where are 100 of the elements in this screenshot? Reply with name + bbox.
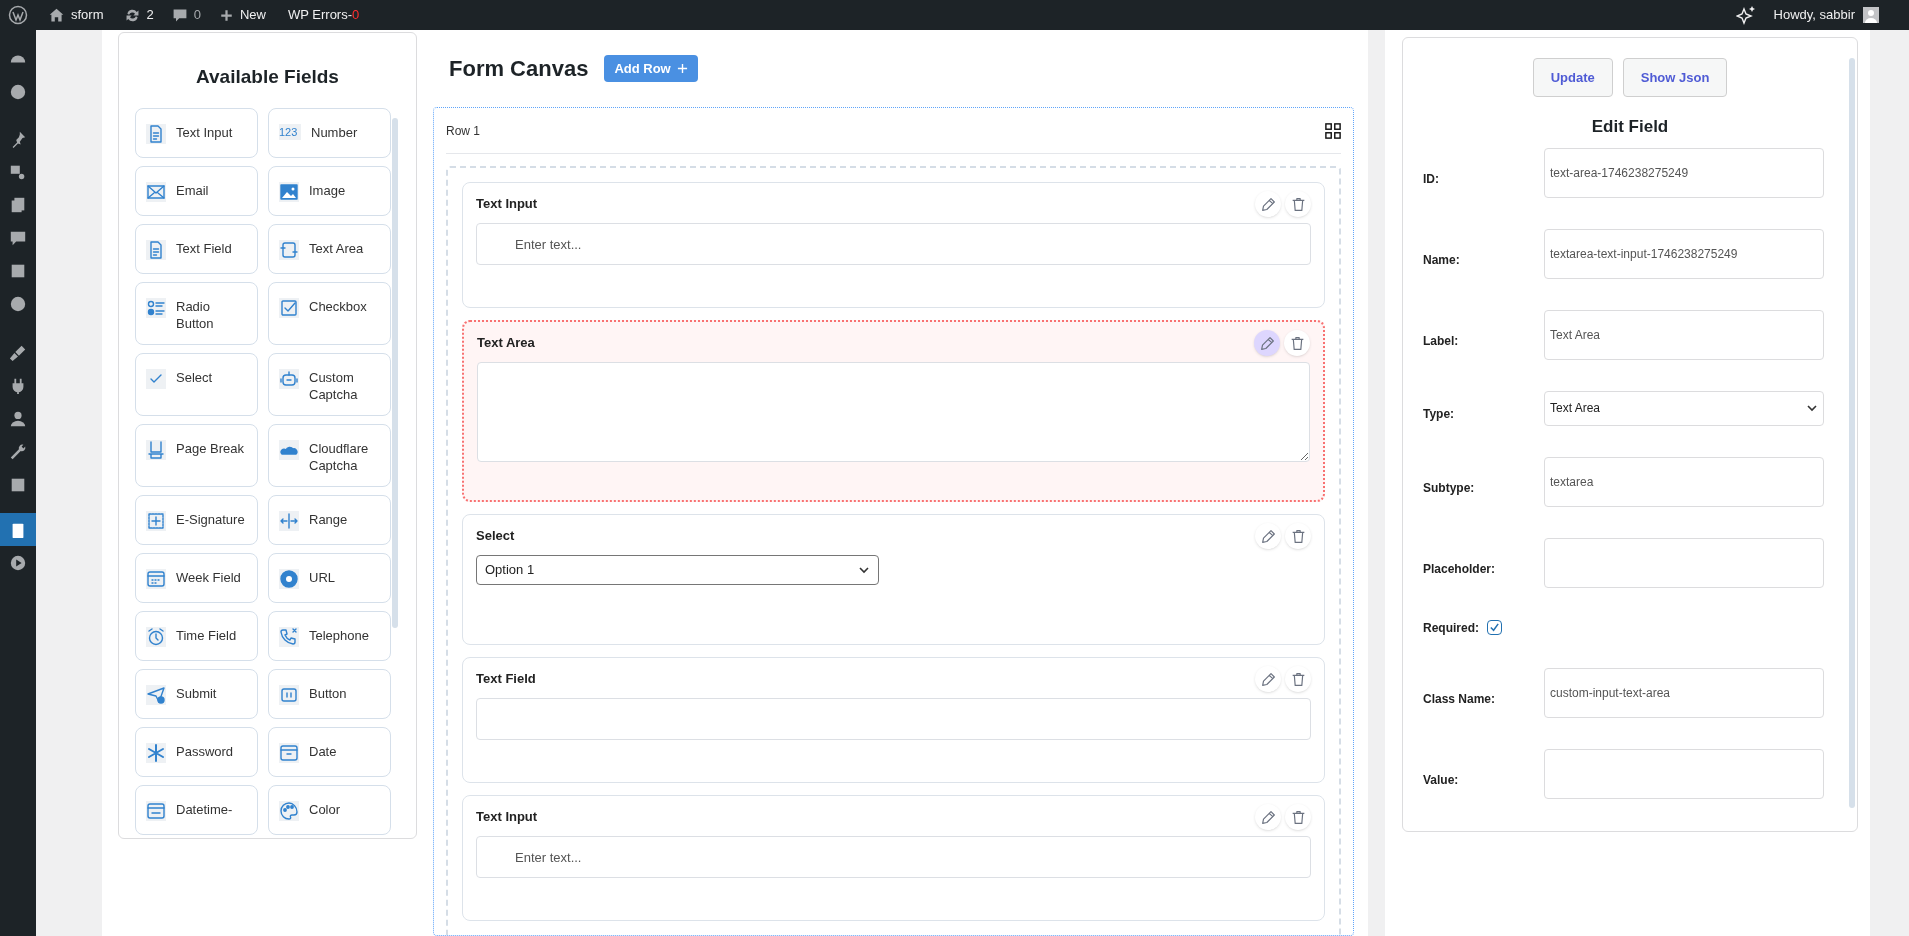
field-label: Color: [309, 800, 341, 818]
select-field[interactable]: Text Area: [1544, 390, 1824, 426]
field-label: Subtype:: [1423, 479, 1476, 497]
field-label: Type:: [1423, 406, 1456, 423]
site-link[interactable]: sform: [42, 5, 110, 25]
delete-button[interactable]: [1285, 804, 1311, 830]
text-input[interactable]: text-area-1746238275249: [1544, 147, 1824, 198]
text-input[interactable]: custom-input-text-area: [1544, 667, 1824, 718]
panel-button[interactable]: Show Json: [1622, 58, 1728, 97]
delete-button[interactable]: [1285, 666, 1311, 692]
menu-item[interactable]: [0, 513, 36, 546]
panel-button[interactable]: Update: [1532, 58, 1613, 97]
pencil-icon: [1260, 671, 1276, 687]
trash-icon: [1290, 528, 1306, 544]
row-label: Row 1: [446, 122, 480, 140]
field-card[interactable]: Date: [268, 726, 391, 777]
panel-title: Edit Field: [1590, 116, 1670, 138]
field-card[interactable]: Password: [135, 726, 258, 777]
form-field-card[interactable]: Select Option 1: [462, 514, 1325, 645]
plus-icon: [218, 7, 234, 23]
field-card[interactable]: Image: [268, 165, 391, 216]
text-input[interactable]: [1544, 748, 1824, 799]
text-input[interactable]: [476, 698, 1311, 740]
field-label: Page Break: [176, 439, 244, 457]
home-icon: [48, 6, 65, 24]
form-field-card[interactable]: Text Input Enter text...: [462, 795, 1325, 921]
text-input[interactable]: [1544, 537, 1824, 588]
robot-icon: [279, 368, 299, 389]
digits-label: 123: [279, 123, 301, 140]
field-card[interactable]: Telephone: [268, 610, 391, 661]
sparkle-icon[interactable]: [1735, 5, 1756, 25]
check-icon: [146, 368, 166, 389]
text-input[interactable]: Enter text...: [476, 836, 1311, 878]
trash-icon: [1290, 196, 1306, 212]
field-card[interactable]: 123 Number: [268, 107, 391, 158]
grid-icon[interactable]: [1325, 122, 1341, 139]
field-card[interactable]: Text Input: [135, 107, 258, 158]
edit-button[interactable]: [1254, 330, 1280, 356]
updates-link[interactable]: 2: [117, 5, 160, 25]
field-card[interactable]: Week Field: [135, 552, 258, 603]
circle-icon: [9, 82, 27, 101]
field-label: Text Input: [176, 123, 233, 141]
field-label: Radio Button: [176, 297, 215, 332]
delete-button[interactable]: [1285, 191, 1311, 217]
field-card[interactable]: Checkbox: [268, 281, 391, 345]
form-field-card[interactable]: Text Field: [462, 657, 1325, 783]
greeting: Howdy, sabbir: [1773, 6, 1855, 25]
field-label: Text Field: [176, 239, 232, 257]
field-card[interactable]: Custom Captcha: [268, 352, 391, 416]
field-label: Password: [176, 742, 234, 760]
scrollbar[interactable]: [392, 117, 398, 628]
errors-link[interactable]: WP Errors-0: [282, 5, 366, 25]
palette-icon: [279, 800, 299, 821]
field-card[interactable]: Radio Button: [135, 281, 258, 345]
panel-title: Available Fields: [195, 65, 340, 89]
comments-link[interactable]: 0: [165, 5, 207, 25]
field-card[interactable]: Text Field: [135, 223, 258, 274]
field-card[interactable]: Text Area: [268, 223, 391, 274]
delete-button[interactable]: [1284, 330, 1310, 356]
field-card[interactable]: Time Field: [135, 610, 258, 661]
account-link[interactable]: Howdy, sabbir: [1773, 5, 1879, 25]
edit-button[interactable]: [1255, 804, 1281, 830]
select-field[interactable]: Option 1: [476, 555, 879, 585]
edit-button[interactable]: [1255, 666, 1281, 692]
field-card[interactable]: Page Break: [135, 423, 258, 487]
text-input[interactable]: textarea-text-input-1746238275249: [1544, 228, 1824, 279]
field-card[interactable]: Email: [135, 165, 258, 216]
delete-button[interactable]: [1285, 523, 1311, 549]
field-label: URL: [309, 568, 335, 586]
text-input[interactable]: Text Area: [1544, 309, 1824, 360]
wp-logo-icon[interactable]: [8, 5, 28, 25]
edit-button[interactable]: [1255, 191, 1281, 217]
trash-icon: [1290, 809, 1306, 825]
field-card[interactable]: URL: [268, 552, 391, 603]
field-label: Time Field: [176, 626, 237, 644]
new-link[interactable]: New: [212, 5, 272, 25]
field-card[interactable]: E-Signature: [135, 494, 258, 545]
arrows-icon: [279, 510, 299, 531]
trash-icon: [1289, 335, 1305, 351]
trash-icon: [1290, 671, 1306, 687]
field-card[interactable]: Range: [268, 494, 391, 545]
form-field-card[interactable]: Text Input Enter text...: [462, 182, 1325, 308]
scrollbar[interactable]: [1849, 58, 1855, 808]
field-card[interactable]: Button: [268, 668, 391, 719]
text-input[interactable]: textarea: [1544, 456, 1824, 507]
edit-button[interactable]: [1255, 523, 1281, 549]
field-card[interactable]: Select: [135, 352, 258, 416]
checkbox[interactable]: [1487, 620, 1502, 635]
field-label: Required:: [1423, 619, 1479, 637]
field-label: Image: [309, 181, 346, 199]
form-field-card[interactable]: Text Area: [462, 320, 1325, 502]
field-card[interactable]: Datetime-: [135, 784, 258, 835]
field-card[interactable]: Color: [268, 784, 391, 835]
field-card[interactable]: Submit: [135, 668, 258, 719]
user-icon: [9, 409, 27, 428]
site-name: sform: [71, 6, 104, 25]
wrench-icon: [9, 442, 27, 461]
field-card[interactable]: Cloudflare Captcha: [268, 423, 391, 487]
text-input[interactable]: Enter text...: [476, 223, 1311, 265]
pencil-icon: [1260, 528, 1276, 544]
